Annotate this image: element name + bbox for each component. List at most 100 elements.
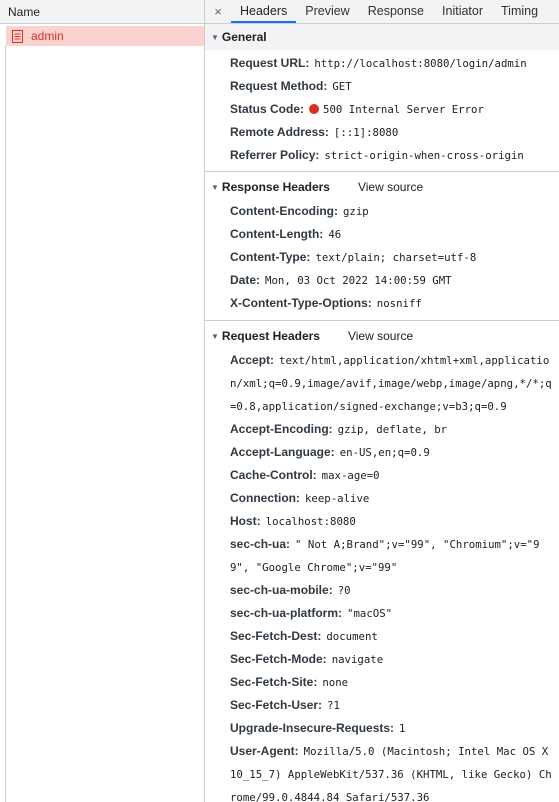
header-key: Sec-Fetch-Dest: <box>230 629 322 643</box>
header-row: User-Agent: Mozilla/5.0 (Macintosh; Intel… <box>205 740 559 802</box>
header-key: Status Code: <box>230 102 305 116</box>
header-key: User-Agent: <box>230 744 299 758</box>
header-value: ?1 <box>327 699 340 712</box>
triangle-down-icon: ▼ <box>211 32 219 42</box>
header-key: Cache-Control: <box>230 468 317 482</box>
header-row: sec-ch-ua: " Not A;Brand";v="99", "Chromi… <box>205 533 559 579</box>
header-value: text/html,application/xhtml+xml,applicat… <box>230 354 552 413</box>
request-list-panel: Name admin <box>0 0 205 802</box>
header-key: Referrer Policy: <box>230 148 320 162</box>
general-section: ▼ General Request URL: http://localhost:8… <box>205 24 559 172</box>
header-key: Connection: <box>230 491 300 505</box>
header-row: Sec-Fetch-Dest: document <box>205 625 559 648</box>
section-title: Request Headers <box>221 329 320 343</box>
request-headers-section: ▼ Request Headers View source Accept: tex… <box>205 323 559 802</box>
header-value: none <box>322 676 349 689</box>
header-value: 46 <box>328 228 342 241</box>
header-value: GET <box>332 80 352 93</box>
header-row: Cache-Control: max-age=0 <box>205 464 559 487</box>
header-row: X-Content-Type-Options: nosniff <box>205 292 559 315</box>
header-key: Content-Length: <box>230 227 324 241</box>
header-row: Accept-Encoding: gzip, deflate, br <box>205 418 559 441</box>
header-value: document <box>326 630 378 643</box>
document-icon <box>12 29 23 43</box>
tab-response[interactable]: Response <box>359 0 433 23</box>
header-value: text/plain; charset=utf-8 <box>315 251 477 264</box>
tab-preview[interactable]: Preview <box>296 0 358 23</box>
header-key: sec-ch-ua-mobile: <box>230 583 333 597</box>
header-value: Mon, 03 Oct 2022 14:00:59 GMT <box>265 274 452 287</box>
header-key: Remote Address: <box>230 125 329 139</box>
header-row: Connection: keep-alive <box>205 487 559 510</box>
header-value: keep-alive <box>305 492 370 505</box>
header-value: strict-origin-when-cross-origin <box>324 149 524 162</box>
header-row: Content-Encoding: gzip <box>205 200 559 223</box>
header-key: Accept: <box>230 353 275 367</box>
header-key: sec-ch-ua: <box>230 537 291 551</box>
header-row: Sec-Fetch-Site: none <box>205 671 559 694</box>
header-value: en-US,en;q=0.9 <box>339 446 430 459</box>
header-row: Request Method: GET <box>205 75 559 98</box>
header-row: Referrer Policy: strict-origin-when-cross… <box>205 144 559 167</box>
header-row: Upgrade-Insecure-Requests: 1 <box>205 717 559 740</box>
header-key: sec-ch-ua-platform: <box>230 606 343 620</box>
header-key: Upgrade-Insecure-Requests: <box>230 721 395 735</box>
general-section-header[interactable]: ▼ General <box>205 24 559 50</box>
header-row: sec-ch-ua-platform: "macOS" <box>205 602 559 625</box>
header-key: Sec-Fetch-Mode: <box>230 652 327 666</box>
name-column-header[interactable]: Name <box>0 0 204 24</box>
header-value: gzip, deflate, br <box>337 423 448 436</box>
header-key: Sec-Fetch-Site: <box>230 675 318 689</box>
header-value: 1 <box>399 722 406 735</box>
header-value: localhost:8080 <box>265 515 356 528</box>
header-row: Content-Type: text/plain; charset=utf-8 <box>205 246 559 269</box>
header-row: Date: Mon, 03 Oct 2022 14:00:59 GMT <box>205 269 559 292</box>
header-key: Content-Type: <box>230 250 311 264</box>
header-value: ?0 <box>337 584 351 597</box>
header-row: Accept-Language: en-US,en;q=0.9 <box>205 441 559 464</box>
tab-initiator[interactable]: Initiator <box>433 0 492 23</box>
request-headers-section-header[interactable]: ▼ Request Headers View source <box>205 323 559 349</box>
status-error-dot-icon <box>309 104 320 114</box>
section-title: Response Headers <box>221 180 330 194</box>
header-row: Host: localhost:8080 <box>205 510 559 533</box>
request-name: admin <box>31 29 64 43</box>
header-row: Sec-Fetch-Mode: navigate <box>205 648 559 671</box>
header-row: Remote Address: [::1]:8080 <box>205 121 559 144</box>
response-headers-section: ▼ Response Headers View source Content-E… <box>205 174 559 321</box>
header-row: Sec-Fetch-User: ?1 <box>205 694 559 717</box>
triangle-down-icon: ▼ <box>211 331 219 341</box>
header-key: Accept-Encoding: <box>230 422 333 436</box>
header-row: sec-ch-ua-mobile: ?0 <box>205 579 559 602</box>
header-key: Request Method: <box>230 79 328 93</box>
header-key: Date: <box>230 273 261 287</box>
column-divider <box>5 46 6 802</box>
header-key: Request URL: <box>230 56 310 70</box>
header-key: Sec-Fetch-User: <box>230 698 323 712</box>
response-headers-section-header[interactable]: ▼ Response Headers View source <box>205 174 559 200</box>
view-source-link[interactable]: View source <box>358 180 423 194</box>
header-key: Content-Encoding: <box>230 204 338 218</box>
header-row: Status Code: 500 Internal Server Error <box>205 98 559 121</box>
view-source-link[interactable]: View source <box>348 329 413 343</box>
tab-headers[interactable]: Headers <box>231 0 297 23</box>
header-value: "macOS" <box>347 607 393 620</box>
header-row: Accept: text/html,application/xhtml+xml,a… <box>205 349 559 418</box>
request-details-panel: × Headers Preview Response Initiator Tim… <box>205 0 559 802</box>
header-value: max-age=0 <box>321 469 380 482</box>
details-tabbar: × Headers Preview Response Initiator Tim… <box>205 0 559 24</box>
header-value: http://localhost:8080/login/admin <box>314 57 527 70</box>
header-key: Host: <box>230 514 261 528</box>
request-row-admin[interactable]: admin <box>6 26 204 46</box>
header-key: Accept-Language: <box>230 445 335 459</box>
header-value: gzip <box>342 205 369 218</box>
header-value: nosniff <box>376 297 422 310</box>
header-row: Content-Length: 46 <box>205 223 559 246</box>
triangle-down-icon: ▼ <box>211 182 219 192</box>
tab-timing[interactable]: Timing <box>492 0 547 23</box>
header-value: [::1]:8080 <box>333 126 399 139</box>
header-value: navigate <box>331 653 384 666</box>
section-title: General <box>221 30 267 44</box>
header-key: X-Content-Type-Options: <box>230 296 372 310</box>
close-icon[interactable]: × <box>205 0 231 23</box>
